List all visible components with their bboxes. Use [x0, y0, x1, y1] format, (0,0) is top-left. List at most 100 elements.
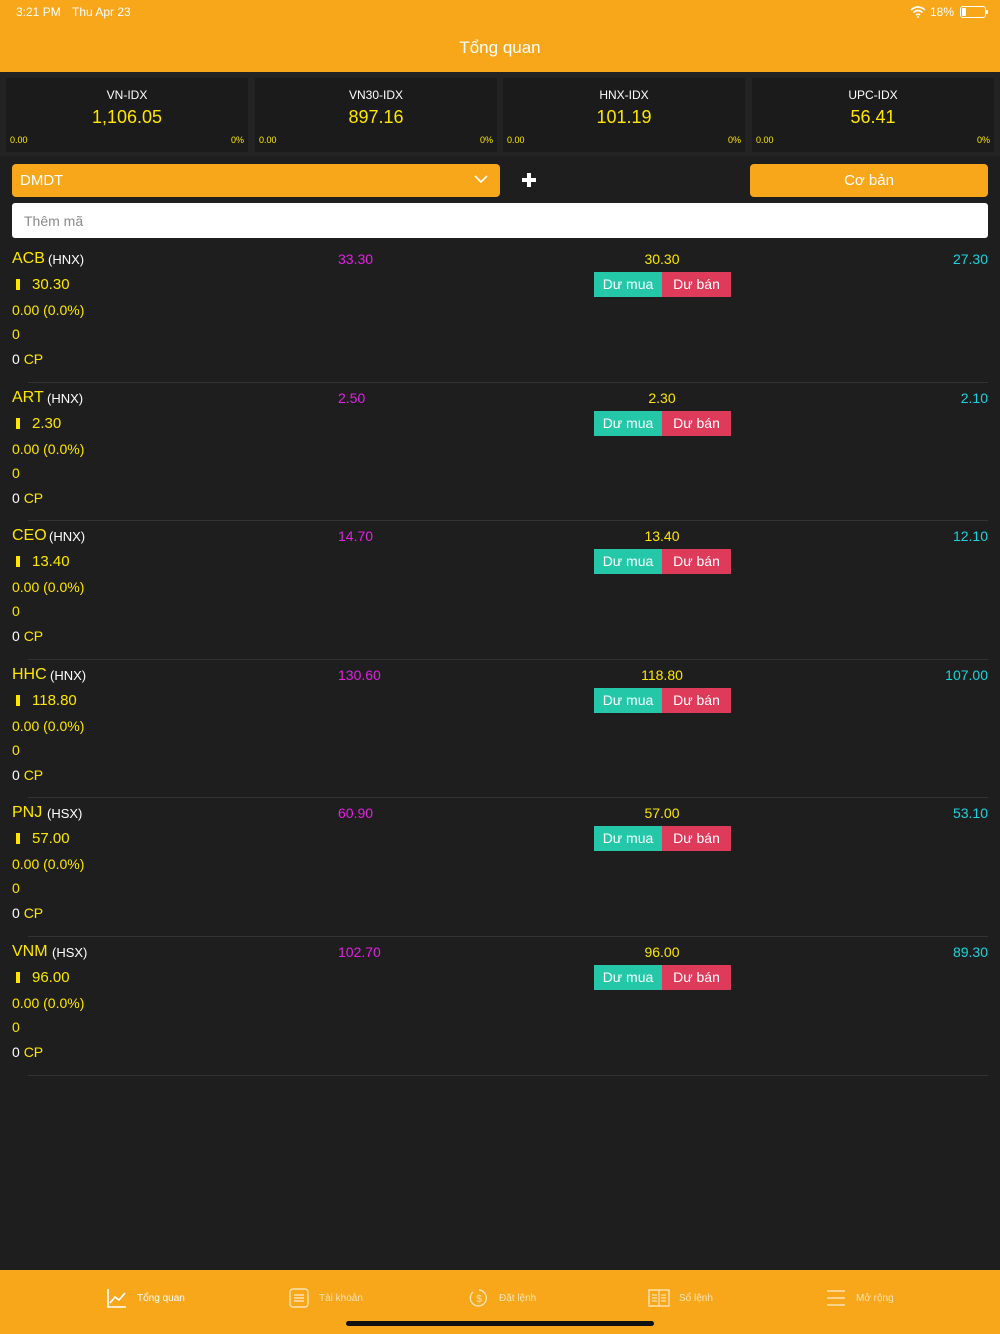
index-card-hnx[interactable]: HNX-IDX 101.19 0.00 0%: [503, 78, 745, 152]
stock-exchange: (HNX): [50, 667, 87, 683]
ceiling-price: 130.60: [338, 666, 381, 683]
sell-surplus-button[interactable]: Dư bán: [662, 410, 731, 436]
reference-price: 2.30: [648, 389, 676, 406]
stock-change: 0.00 (0.0%): [12, 994, 85, 1011]
chevron-down-icon: [474, 175, 488, 184]
ceiling-price: 2.50: [338, 389, 366, 406]
stock-volume: 0: [12, 880, 20, 897]
sell-surplus-button[interactable]: Dư bán: [662, 964, 731, 990]
stock-volume: 0: [12, 326, 20, 342]
index-percent: 0%: [479, 135, 493, 145]
floor-price: 12.10: [952, 528, 988, 545]
stock-holding: 0 CP: [12, 351, 43, 367]
price-row: 30.30: [12, 276, 70, 293]
stock-row[interactable]: HHC (HNX) 118.80 0.00 (0.0%) 0 0 CP 130.…: [0, 660, 1000, 799]
stock-holding: 0 CP: [12, 1044, 43, 1060]
stock-row[interactable]: PNJ (HSX) 57.00 0.00 (0.0%) 0 0 CP 60.90…: [0, 798, 1000, 937]
floor-price: 2.10: [960, 389, 988, 406]
stock-holding: 0 CP: [12, 767, 43, 783]
index-card-vn[interactable]: VN-IDX 1,106.05 0.00 0%: [6, 78, 248, 152]
reference-price: 118.80: [641, 666, 683, 683]
buy-surplus-button[interactable]: Dư mua: [594, 964, 662, 990]
page-title: Tổng quan: [459, 38, 541, 57]
basic-mode-button[interactable]: Cơ bản: [750, 164, 988, 197]
tab-label: Tổng quan: [137, 1292, 185, 1304]
stock-holding: 0 CP: [12, 628, 43, 644]
price-row: 96.00: [12, 969, 70, 986]
index-name: HNX-IDX: [599, 88, 649, 102]
reference-price: 30.30: [644, 251, 680, 267]
reference-price: 13.40: [644, 528, 680, 545]
holding-unit: CP: [23, 905, 44, 922]
holding-unit: CP: [23, 351, 44, 367]
buy-surplus-button[interactable]: Dư mua: [594, 687, 662, 713]
stock-row[interactable]: ACB (HNX) 30.30 0.00 (0.0%) 0 0 CP 33.30…: [0, 244, 1000, 383]
stock-change: 0.00 (0.0%): [12, 856, 85, 873]
watchlist-selected: DMDT: [20, 172, 64, 189]
tab-label: Tài khoản: [319, 1292, 363, 1304]
stock-symbol: HHC: [12, 665, 47, 683]
stock-row[interactable]: CEO (HNX) 13.40 0.00 (0.0%) 0 0 CP 14.70…: [0, 521, 1000, 660]
chart-line-icon: [107, 1289, 126, 1308]
stock-volume: 0: [12, 603, 20, 620]
stock-symbol: CEO: [12, 527, 47, 545]
add-watchlist-button[interactable]: [515, 168, 543, 192]
index-name: VN30-IDX: [348, 88, 404, 102]
stock-change: 0.00 (0.0%): [12, 302, 85, 318]
index-change: 0.00: [507, 135, 525, 145]
tab-more[interactable]: Mở rộng: [825, 1284, 894, 1312]
status-indicators: 18%: [910, 5, 988, 19]
index-percent: 0%: [976, 135, 990, 145]
holding-qty: 0: [12, 351, 20, 367]
tab-label: Sổ lệnh: [679, 1292, 713, 1304]
index-card-vn30[interactable]: VN30-IDX 897.16 0.00 0%: [255, 78, 497, 152]
stock-exchange: (HNX): [48, 252, 85, 267]
price-row: 118.80: [12, 692, 77, 709]
sell-surplus-button[interactable]: Dư bán: [662, 826, 731, 852]
sell-surplus-button[interactable]: Dư bán: [662, 272, 731, 297]
status-time: 3:21 PM: [16, 5, 61, 19]
sell-surplus-button[interactable]: Dư bán: [662, 549, 731, 575]
tab-order-book[interactable]: Sổ lệnh: [648, 1284, 713, 1312]
sell-surplus-button[interactable]: Dư bán: [662, 687, 731, 713]
index-card-upc[interactable]: UPC-IDX 56.41 0.00 0%: [752, 78, 994, 152]
add-symbol-input[interactable]: [12, 203, 988, 238]
tab-place-order[interactable]: $ Đặt lệnh: [468, 1284, 536, 1312]
index-change: 0.00: [10, 135, 28, 145]
holding-unit: CP: [23, 628, 44, 645]
index-value: 1,106.05: [91, 107, 163, 127]
stock-change: 0.00 (0.0%): [12, 440, 85, 457]
list-icon: [289, 1288, 309, 1308]
status-bar: 3:21 PM Thu Apr 23 18%: [0, 0, 1000, 24]
stock-price: 13.40: [32, 553, 70, 571]
price-marker-icon: [16, 556, 20, 568]
buy-surplus-button[interactable]: Dư mua: [594, 272, 662, 297]
stock-volume: 0: [12, 741, 20, 758]
buy-surplus-button[interactable]: Dư mua: [594, 549, 662, 575]
reference-price: 96.00: [644, 943, 680, 960]
floor-price: 53.10: [952, 805, 988, 822]
stock-row[interactable]: ART (HNX) 2.30 0.00 (0.0%) 0 0 CP 2.50 2…: [0, 383, 1000, 522]
stock-price: 2.30: [32, 414, 62, 432]
floor-price: 27.30: [952, 251, 988, 267]
buy-surplus-button[interactable]: Dư mua: [594, 410, 662, 436]
stock-row[interactable]: VNM (HSX) 96.00 0.00 (0.0%) 0 0 CP 102.7…: [0, 937, 1000, 1076]
menu-icon: [827, 1290, 845, 1306]
holding-unit: CP: [23, 489, 44, 506]
buy-surplus-button[interactable]: Dư mua: [594, 826, 662, 852]
home-indicator[interactable]: [346, 1321, 654, 1326]
holding-qty: 0: [12, 489, 20, 506]
price-marker-icon: [16, 971, 20, 983]
stock-volume: 0: [12, 464, 20, 481]
stock-list: ACB (HNX) 30.30 0.00 (0.0%) 0 0 CP 33.30…: [0, 244, 1000, 1076]
tab-overview[interactable]: Tổng quan: [106, 1284, 185, 1312]
stock-exchange: (HNX): [47, 390, 84, 406]
tab-account[interactable]: Tài khoản: [288, 1284, 363, 1312]
stock-price: 96.00: [32, 968, 70, 986]
header-bar: 3:21 PM Thu Apr 23 18% Tổng quan: [0, 0, 1000, 72]
watchlist-dropdown[interactable]: DMDT: [12, 164, 500, 197]
floor-price: 89.30: [952, 943, 988, 960]
index-percent: 0%: [727, 135, 741, 145]
price-row: 13.40: [12, 553, 70, 570]
stock-price: 57.00: [32, 830, 70, 848]
